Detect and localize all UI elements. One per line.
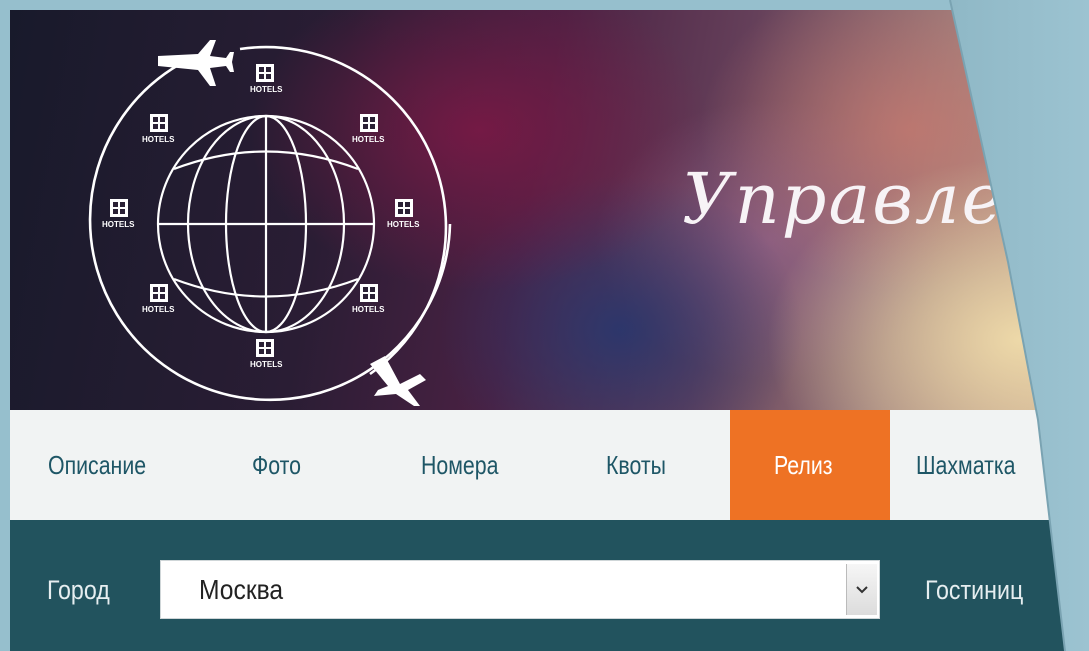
tab-label: Фото [252, 449, 301, 480]
tab-chessboard[interactable]: Шахматка [916, 410, 1037, 520]
tab-label: Шахматка [916, 449, 1016, 480]
svg-text:HOTELS: HOTELS [352, 135, 385, 144]
app-window: HOTELS HOTELS HOTELS HOTELS HOTELS HOTEL… [10, 10, 1089, 651]
banner-title: Управлен [682, 158, 1054, 240]
airplane-icon-top [158, 40, 234, 86]
city-label: Город [47, 575, 110, 605]
hotel-building-icon-6: HOTELS [142, 284, 175, 314]
chevron-down-icon [856, 585, 868, 593]
tab-description[interactable]: Описание [48, 410, 168, 520]
hotel-building-icon-7: HOTELS [352, 284, 385, 314]
filter-bar: Город Москва Гостиниц [10, 520, 1089, 651]
svg-text:HOTELS: HOTELS [142, 305, 175, 314]
city-select[interactable]: Москва [160, 560, 880, 619]
airplane-icon-bottom [370, 356, 426, 406]
tab-rooms[interactable]: Номера [421, 410, 516, 520]
header-banner: HOTELS HOTELS HOTELS HOTELS HOTELS HOTEL… [10, 10, 1089, 410]
hotel-building-icon-2: HOTELS [142, 114, 175, 144]
tab-quotas[interactable]: Квоты [606, 410, 679, 520]
svg-text:HOTELS: HOTELS [250, 360, 283, 369]
nav-tabs: Описание Фото Номера Квоты Релиз Шахматк… [10, 410, 1089, 520]
tab-label: Номера [421, 449, 499, 480]
hotel-building-icon-4: HOTELS [102, 199, 135, 229]
select-arrow-button[interactable] [846, 564, 877, 615]
tab-label: Релиз [774, 449, 833, 480]
tab-release[interactable]: Релиз [774, 410, 845, 520]
svg-text:HOTELS: HOTELS [102, 220, 135, 229]
city-select-value: Москва [199, 574, 284, 605]
hotel-building-icon-3: HOTELS [352, 114, 385, 144]
svg-text:HOTELS: HOTELS [352, 305, 385, 314]
hotel-building-icon-8: HOTELS [250, 339, 283, 369]
tab-photo[interactable]: Фото [252, 410, 312, 520]
svg-text:HOTELS: HOTELS [142, 135, 175, 144]
hotels-globe-logo: HOTELS HOTELS HOTELS HOTELS HOTELS HOTEL… [88, 40, 452, 406]
hotel-label: Гостиниц [925, 575, 1024, 605]
tab-label: Описание [48, 449, 147, 480]
svg-text:HOTELS: HOTELS [387, 220, 420, 229]
tab-label: Квоты [606, 449, 666, 480]
hotel-building-icon-1: HOTELS [250, 64, 283, 94]
logo-hotels-label: HOTELS [250, 85, 283, 94]
hotel-building-icon-5: HOTELS [387, 199, 420, 229]
